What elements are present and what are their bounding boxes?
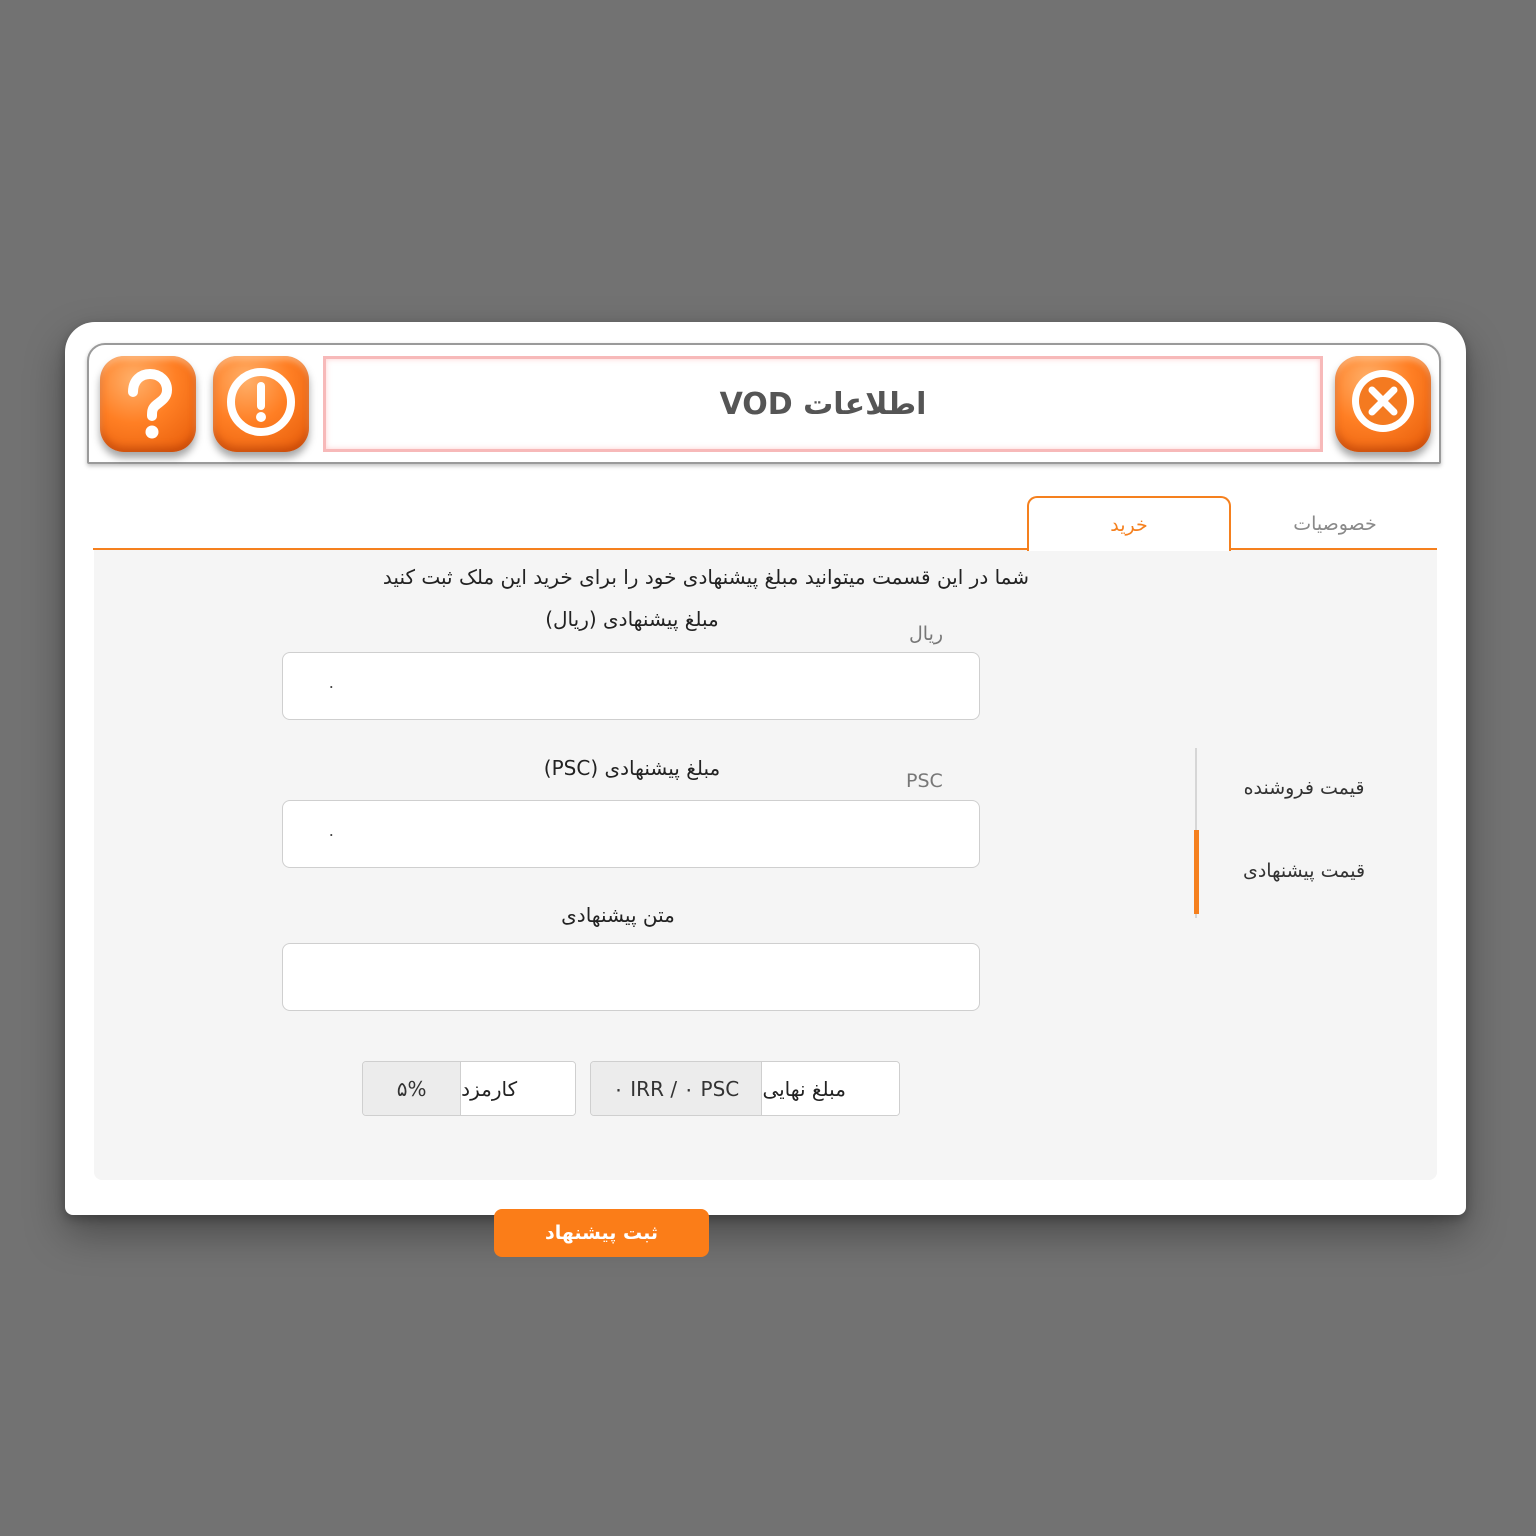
submit-offer-button[interactable]: ثبت پیشنهاد (494, 1209, 709, 1257)
question-mark-icon (128, 368, 173, 439)
intro-text: شما در این قسمت میتوانید مبلغ پیشنهادی خ… (382, 565, 1029, 589)
final-amount-value: ۰ IRR / ۰ PSC (591, 1062, 763, 1115)
dialog-titlebar: اطلاعات VOD (87, 343, 1441, 464)
side-item-seller-price[interactable]: قیمت فروشنده (1214, 777, 1394, 799)
exclamation-icon (227, 368, 295, 436)
offer-text-label: متن پیشنهادی (561, 903, 675, 927)
rial-field-label: مبلغ پیشنهادی (ریال) (545, 607, 719, 631)
final-amount-label: مبلغ نهایی (762, 1062, 899, 1115)
side-menu-active-indicator (1194, 830, 1199, 914)
close-x-icon (1352, 370, 1414, 432)
psc-amount-input[interactable]: ۰ (282, 800, 980, 868)
vod-info-dialog: اطلاعات VOD خرید خصوصیات شما در این قسمت… (65, 322, 1466, 1257)
tab-properties[interactable]: خصوصیات (1245, 504, 1425, 544)
psc-amount-value: ۰ (327, 824, 336, 844)
final-amount-group: ۰ IRR / ۰ PSC مبلغ نهایی (590, 1061, 900, 1116)
rial-amount-input[interactable]: ۰ (282, 652, 980, 720)
tab-buy[interactable]: خرید (1027, 496, 1231, 551)
title-box: اطلاعات VOD (323, 356, 1323, 452)
fee-value: ۵% (363, 1062, 462, 1115)
rial-amount-value: ۰ (327, 676, 336, 696)
dialog-title: اطلاعات VOD (719, 386, 927, 422)
offer-text-input[interactable] (282, 943, 980, 1011)
help-button[interactable] (100, 356, 196, 452)
info-button[interactable] (213, 356, 309, 452)
fee-label: کارمزد (461, 1062, 575, 1115)
buy-panel: شما در این قسمت میتوانید مبلغ پیشنهادی خ… (94, 550, 1437, 1180)
close-button[interactable] (1335, 356, 1431, 452)
side-item-offer-price[interactable]: قیمت پیشنهادی (1214, 860, 1394, 882)
fee-group: ۵% کارمزد (362, 1061, 576, 1116)
rial-unit-label: ریال (909, 623, 944, 645)
psc-field-label: مبلغ پیشنهادی (PSC) (543, 756, 721, 780)
psc-unit-label: PSC (906, 770, 943, 792)
